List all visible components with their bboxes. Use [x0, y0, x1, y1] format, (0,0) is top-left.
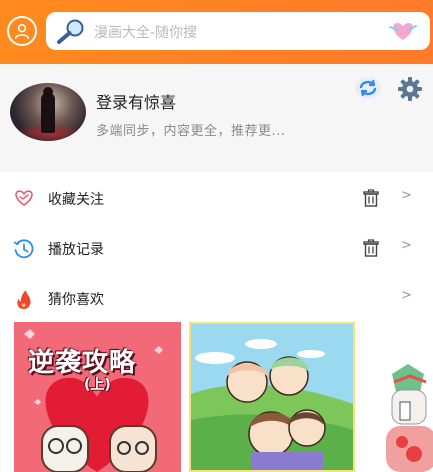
trash-icon[interactable]	[361, 188, 381, 208]
chevron-right-icon: >	[401, 288, 412, 303]
comic-cover-title: 逆袭攻略	[28, 348, 137, 378]
comic-card[interactable]	[189, 322, 355, 472]
app-screen: 漫画大全-随你搜 登录有惊喜 多端同步，内容更全，推荐更... 收藏关注 > 播…	[0, 0, 433, 472]
recommendations-row[interactable]: 猜你喜欢 >	[0, 274, 433, 322]
heart-outline-icon	[15, 190, 33, 206]
search-placeholder: 漫画大全-随你搜	[94, 25, 198, 41]
comic-card[interactable]: 逆袭攻略 (上)	[14, 322, 181, 472]
comic-cover-subtitle: (上)	[84, 377, 111, 393]
top-bar: 漫画大全-随你搜	[0, 0, 433, 64]
avatar[interactable]	[10, 83, 86, 141]
comic-cover-image	[380, 322, 433, 472]
gear-icon	[398, 77, 422, 101]
login-subtitle: 多端同步，内容更全，推荐更...	[96, 124, 286, 139]
user-icon	[14, 23, 30, 39]
sync-icon	[355, 77, 381, 99]
trash-icon[interactable]	[361, 238, 381, 258]
favorites-row[interactable]: 收藏关注 >	[0, 174, 433, 222]
login-title[interactable]: 登录有惊喜	[96, 89, 176, 113]
sync-button[interactable]	[354, 76, 382, 104]
comic-card[interactable]	[380, 322, 433, 472]
flame-icon	[17, 290, 31, 309]
search-bar[interactable]: 漫画大全-随你搜	[46, 12, 430, 50]
magnifier-icon	[57, 19, 84, 44]
history-label: 播放记录	[48, 242, 104, 258]
favorites-label: 收藏关注	[48, 192, 104, 208]
chevron-right-icon: >	[401, 188, 412, 203]
comic-cover-image	[191, 324, 353, 470]
user-profile-button[interactable]	[7, 16, 37, 46]
heart-icon[interactable]	[388, 20, 418, 42]
history-icon	[13, 239, 34, 259]
chevron-right-icon: >	[401, 238, 412, 253]
user-login-panel[interactable]: 登录有惊喜 多端同步，内容更全，推荐更...	[0, 64, 433, 172]
settings-button[interactable]	[397, 76, 423, 106]
recommendations-label: 猜你喜欢	[48, 292, 104, 308]
history-row[interactable]: 播放记录 >	[0, 224, 433, 272]
